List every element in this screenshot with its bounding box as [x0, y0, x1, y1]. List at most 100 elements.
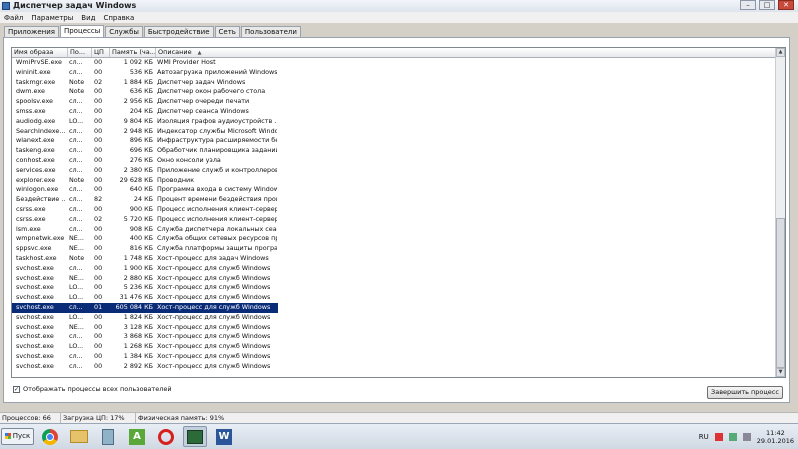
process-memory: 31 476 КБ — [119, 293, 153, 302]
process-row[interactable]: WmiPrvSE.exe сл... 00 1 092 КБ WMI Provider … — [12, 58, 278, 68]
process-row[interactable]: explorer.exe Note 00 29 628 КБ Проводник — [12, 176, 278, 186]
taskbar-explorer[interactable] — [67, 426, 91, 447]
process-row[interactable]: wininit.exe сл... 00 536 КБ Автозагрузка при… — [12, 68, 278, 78]
tab-processes[interactable]: Процессы — [59, 25, 105, 37]
tab-users[interactable]: Пользователи — [240, 26, 301, 37]
process-memory: 2 956 КБ — [123, 97, 153, 106]
task-manager-icon — [2, 2, 10, 10]
process-description: Изоляция графов аудиоустройств ... — [157, 116, 277, 125]
process-row[interactable]: conhost.exe сл... 00 276 КБ Окно консоли узл… — [12, 156, 278, 166]
process-row[interactable]: svchost.exe LO... 00 31 476 КБ Хост-процесс … — [12, 293, 278, 303]
process-name: lsm.exe — [16, 224, 41, 233]
scroll-thumb[interactable] — [776, 218, 785, 368]
process-description: Индексатор службы Microsoft Windo... — [157, 126, 277, 135]
process-memory: 3 128 КБ — [123, 322, 153, 331]
vertical-scrollbar[interactable]: ▲ ▼ — [775, 48, 785, 377]
start-button[interactable]: Пуск — [1, 428, 34, 445]
column-cpu[interactable]: ЦП — [92, 48, 110, 57]
process-row[interactable]: svchost.exe LO... 00 1 268 КБ Хост-процесс д… — [12, 342, 278, 352]
process-memory: 1 268 КБ — [123, 342, 153, 351]
maximize-button[interactable]: □ — [759, 0, 775, 10]
end-process-button[interactable]: Завершить процесс — [707, 386, 783, 399]
menu-options[interactable]: Параметры — [27, 14, 77, 22]
tab-services[interactable]: Службы — [105, 26, 143, 37]
process-row[interactable]: Бездействие ... сл... 82 24 КБ Процент време… — [12, 195, 278, 205]
process-row[interactable]: dwm.exe Note 00 636 КБ Диспетчер окон рабоче… — [12, 87, 278, 97]
process-row[interactable]: winlogon.exe сл... 00 640 КБ Программа входа… — [12, 185, 278, 195]
process-list[interactable]: Имя образа По... ЦП Память (ча... Описан… — [11, 47, 786, 378]
process-cpu: 00 — [94, 234, 103, 243]
process-cpu: 00 — [94, 332, 103, 341]
scroll-down-icon[interactable]: ▼ — [776, 368, 785, 377]
process-memory: 605 084 КБ — [115, 302, 153, 311]
flag-icon[interactable] — [714, 433, 723, 441]
process-row[interactable]: svchost.exe LO... 00 5 236 КБ Хост-процесс д… — [12, 283, 278, 293]
process-user: Note — [69, 77, 85, 86]
folder-icon — [70, 430, 88, 443]
show-all-users-checkbox[interactable]: ✓ — [13, 385, 20, 393]
column-image-name[interactable]: Имя образа — [12, 48, 68, 57]
taskbar-a-app[interactable]: A — [125, 426, 149, 447]
process-row[interactable]: taskhost.exe Note 00 1 748 КБ Хост-процесс д… — [12, 254, 278, 264]
scroll-up-icon[interactable]: ▲ — [776, 48, 785, 57]
menu-help[interactable]: Справка — [99, 14, 138, 22]
process-cpu: 00 — [94, 97, 103, 106]
process-user: сл... — [69, 106, 83, 115]
process-row[interactable]: svchost.exe NE... 00 3 128 КБ Хост-процесс д… — [12, 323, 278, 333]
taskbar-opera[interactable] — [154, 426, 178, 447]
process-user: LO... — [69, 283, 84, 292]
column-user[interactable]: По... — [68, 48, 92, 57]
process-user: LO... — [69, 312, 84, 321]
process-row[interactable]: lsm.exe сл... 00 908 КБ Служба диспетчера ло… — [12, 225, 278, 235]
process-description: Хост-процесс для служб Windows — [157, 322, 271, 331]
process-row[interactable]: taskeng.exe сл... 00 696 КБ Обработчик плани… — [12, 146, 278, 156]
clock[interactable]: 11:42 29.01.2016 — [757, 429, 794, 445]
process-memory: 640 КБ — [129, 185, 153, 194]
tab-applications[interactable]: Приложения — [4, 26, 59, 37]
minimize-button[interactable]: – — [740, 0, 756, 10]
process-row[interactable]: wlanext.exe сл... 00 896 КБ Инфраструктура р… — [12, 136, 278, 146]
process-row[interactable]: svchost.exe NE... 00 2 880 КБ Хост-процесс д… — [12, 274, 278, 284]
process-row[interactable]: svchost.exe сл... 00 1 384 КБ Хост-процесс д… — [12, 352, 278, 362]
process-user: LO... — [69, 293, 84, 302]
process-cpu: 00 — [94, 224, 103, 233]
process-row[interactable]: csrss.exe сл... 02 5 720 КБ Процесс исполнен… — [12, 215, 278, 225]
taskbar-calculator[interactable] — [96, 426, 120, 447]
language-indicator[interactable]: RU — [699, 433, 709, 441]
process-user: сл... — [69, 332, 83, 341]
menu-file[interactable]: Файл — [0, 14, 27, 22]
process-row[interactable]: taskmgr.exe Note 02 1 884 КБ Диспетчер задач… — [12, 78, 278, 88]
process-row[interactable]: svchost.exe сл... 00 1 900 КБ Хост-процесс д… — [12, 264, 278, 274]
process-row[interactable]: csrss.exe сл... 00 900 КБ Процесс исполнения… — [12, 205, 278, 215]
process-row[interactable]: audiodg.exe LO... 00 9 804 КБ Изоляция графо… — [12, 117, 278, 127]
process-row[interactable]: SearchIndexe... сл... 00 2 948 КБ Индексатор… — [12, 127, 278, 137]
process-row[interactable]: svchost.exe сл... 00 3 868 КБ Хост-процесс д… — [12, 332, 278, 342]
column-memory[interactable]: Память (ча... — [110, 48, 156, 57]
column-description[interactable]: Описание ▲ — [156, 48, 777, 57]
process-cpu: 00 — [94, 165, 103, 174]
process-cpu: 00 — [94, 87, 103, 96]
process-row[interactable]: services.exe сл... 00 2 380 КБ Приложение сл… — [12, 166, 278, 176]
taskbar-task-manager[interactable] — [183, 426, 207, 447]
process-row[interactable]: svchost.exe LO... 00 1 824 КБ Хост-процесс д… — [12, 313, 278, 323]
process-row[interactable]: wmpnetwk.exe NE... 00 400 КБ Служба общих се… — [12, 234, 278, 244]
tab-performance[interactable]: Быстродействие — [143, 26, 214, 37]
process-user: Note — [69, 175, 85, 184]
menu-view[interactable]: Вид — [77, 14, 99, 22]
process-memory: 1 900 КБ — [123, 263, 153, 272]
process-name: svchost.exe — [16, 302, 54, 311]
close-button[interactable]: ✕ — [778, 0, 794, 10]
process-row[interactable]: svchost.exe сл... 01 605 084 КБ Хост-процесс… — [12, 302, 278, 313]
taskbar-chrome[interactable] — [38, 426, 62, 447]
process-row[interactable]: spoolsv.exe сл... 00 2 956 КБ Диспетчер очер… — [12, 97, 278, 107]
process-row[interactable]: smss.exe сл... 00 204 КБ Диспетчер сеанса Wi… — [12, 107, 278, 117]
tab-network[interactable]: Сеть — [214, 26, 240, 37]
taskbar-word[interactable]: W — [212, 426, 236, 447]
process-row[interactable]: sppsvc.exe NE... 00 816 КБ Служба платформы … — [12, 244, 278, 254]
network-icon[interactable] — [728, 433, 737, 441]
process-cpu: 00 — [94, 126, 103, 135]
show-all-users-option[interactable]: ✓ Отображать процессы всех пользователей — [13, 385, 172, 393]
process-row[interactable]: svchost.exe сл... 00 2 892 КБ Хост-процесс д… — [12, 362, 278, 372]
process-cpu: 00 — [94, 67, 103, 76]
volume-icon[interactable] — [742, 433, 751, 441]
